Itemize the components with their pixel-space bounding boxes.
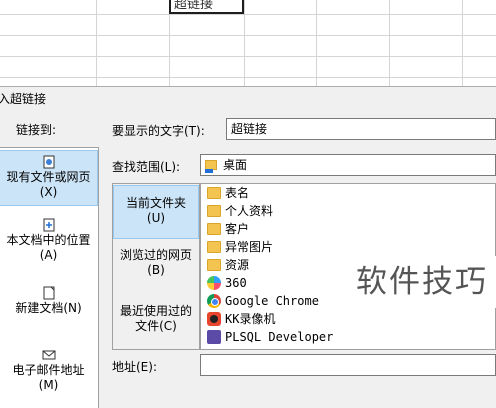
link-to-place-label: 本文档中的位置 xyxy=(6,233,91,247)
watermark: 软件技巧 xyxy=(348,256,496,308)
nav-browsed-pages[interactable]: 浏览过的网页(B) xyxy=(113,248,199,288)
file-item[interactable]: 客户 xyxy=(203,220,249,238)
link-to-label: 链接到: xyxy=(16,123,57,137)
desktop-folder-icon xyxy=(205,160,217,173)
file-item[interactable]: 表名 xyxy=(203,184,249,202)
mail-icon xyxy=(42,350,55,360)
file-item[interactable]: Google Chrome xyxy=(203,292,319,310)
folder-icon xyxy=(207,259,221,271)
look-in-value: 桌面 xyxy=(223,158,248,172)
file-item[interactable]: 异常图片 xyxy=(203,238,273,256)
link-to-place-accel: (A) xyxy=(39,248,58,262)
spreadsheet-area: 超链接 xyxy=(0,0,496,86)
dialog-title: 入超链接 xyxy=(0,92,47,106)
display-text-input[interactable]: 超链接 xyxy=(226,118,496,140)
nav-current-folder[interactable]: 当前文件夹 (U) xyxy=(113,185,199,239)
doc-location-icon xyxy=(43,218,54,232)
nav-current-folder-accel: (U) xyxy=(146,211,166,225)
folder-icon xyxy=(207,205,221,217)
link-to-existing-file[interactable]: 现有文件或网页 (X) xyxy=(0,150,98,206)
grid-line xyxy=(0,56,496,57)
app-360-icon xyxy=(207,276,221,290)
file-item[interactable]: KK录像机 xyxy=(203,310,275,328)
nav-browsed-pages-label: 浏览过的网页(B) xyxy=(119,248,192,277)
display-text-label: 要显示的文字(T): xyxy=(112,124,205,138)
grid-line xyxy=(244,0,245,86)
link-to-email-label: 电子邮件地址 xyxy=(12,363,85,377)
grid-line xyxy=(389,0,390,86)
grid-line xyxy=(462,0,463,86)
link-to-panel: 现有文件或网页 (X) 本文档中的位置 (A) 新建文档(N) 电子邮件地址 (… xyxy=(0,147,99,408)
file-item[interactable]: 个人资料 xyxy=(203,202,273,220)
link-to-new-document[interactable]: 新建文档(N) xyxy=(0,282,98,330)
folder-icon xyxy=(207,223,221,235)
grid-line xyxy=(316,0,317,86)
link-to-new-document-label: 新建文档(N) xyxy=(15,301,82,315)
grid-line xyxy=(0,35,496,36)
new-doc-icon xyxy=(43,286,54,300)
plsql-icon xyxy=(207,330,221,344)
nav-current-folder-label: 当前文件夹 xyxy=(125,196,186,210)
active-cell[interactable]: 超链接 xyxy=(169,0,244,14)
look-in-combo[interactable]: 桌面 xyxy=(200,154,496,176)
link-to-email-accel: (M) xyxy=(38,378,59,392)
file-item[interactable]: 资源 xyxy=(203,256,249,274)
link-to-place-in-document[interactable]: 本文档中的位置 (A) xyxy=(0,214,98,270)
address-input[interactable] xyxy=(200,354,496,376)
nav-recent-files[interactable]: 最近使用过的文件(C) xyxy=(113,304,199,344)
globe-doc-icon xyxy=(43,155,54,169)
link-to-existing-file-accel: (X) xyxy=(39,185,58,199)
grid-line xyxy=(0,77,496,78)
insert-hyperlink-dialog: 入超链接 链接到: 现有文件或网页 (X) 本文档中的位置 (A) 新建文档(N… xyxy=(0,86,496,408)
folder-icon xyxy=(207,241,221,253)
grid-line xyxy=(96,0,97,86)
file-item[interactable]: PLSQL Developer xyxy=(203,328,333,346)
file-item[interactable]: 360 xyxy=(203,274,247,292)
chrome-icon xyxy=(207,294,221,308)
folder-icon xyxy=(207,187,221,199)
link-to-existing-file-label: 现有文件或网页 xyxy=(6,170,91,184)
nav-recent-files-label: 最近使用过的文件(C) xyxy=(119,304,192,333)
kk-recorder-icon xyxy=(207,312,221,326)
look-in-label: 查找范围(L): xyxy=(112,160,181,174)
link-to-email-address[interactable]: 电子邮件地址 (M) xyxy=(0,344,98,400)
address-label: 地址(E): xyxy=(112,360,157,374)
active-cell-text: 超链接 xyxy=(174,0,214,12)
browse-nav-panel: 当前文件夹 (U) 浏览过的网页(B) 最近使用过的文件(C) xyxy=(112,183,200,350)
grid-line xyxy=(0,14,496,15)
